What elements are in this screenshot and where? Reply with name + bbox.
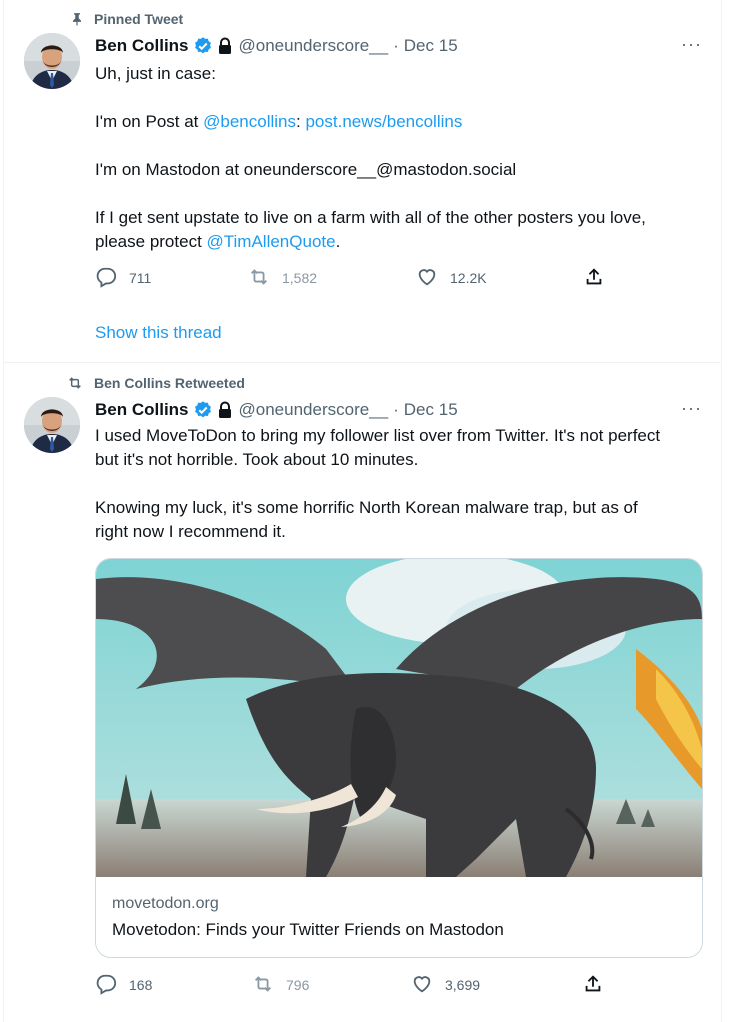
mention-link[interactable]: @TimAllenQuote xyxy=(207,232,336,251)
tweet-date[interactable]: Dec 15 xyxy=(404,36,458,56)
tweet-date[interactable]: Dec 15 xyxy=(404,400,458,420)
card-domain: movetodon.org xyxy=(112,895,219,912)
card-title: Movetodon: Finds your Twitter Friends on… xyxy=(112,920,504,939)
tweet-line: If I get sent upstate to live on a farm … xyxy=(95,208,646,227)
avatar[interactable] xyxy=(24,33,80,89)
reply-icon xyxy=(95,266,117,291)
tweet-header: Ben Collins @oneunderscore__ · Dec 15 ··… xyxy=(95,398,702,422)
like-count: 3,699 xyxy=(445,977,481,993)
pinned-tweet-label: Pinned Tweet xyxy=(94,11,184,27)
like-count: 12.2K xyxy=(450,270,487,286)
separator-dot: · xyxy=(393,36,399,55)
retweet-icon xyxy=(248,266,270,291)
retweet-button[interactable]: 1,582 xyxy=(248,266,317,291)
share-button[interactable] xyxy=(582,973,604,998)
tweet-line: but it's not horrible. Took about 10 min… xyxy=(95,450,419,469)
tweet-line: I used MoveToDon to bring my follower li… xyxy=(95,426,661,445)
separator-dot: · xyxy=(393,400,399,419)
avatar[interactable] xyxy=(24,397,80,453)
reply-count: 168 xyxy=(129,977,153,993)
tweet-actions: 168 796 3,699 xyxy=(95,973,615,997)
tweet-text: Uh, just in case: I'm on Post at @bencol… xyxy=(95,62,702,254)
more-icon[interactable]: ··· xyxy=(681,398,702,419)
retweet-button[interactable]: 796 xyxy=(252,973,309,998)
tweet-line: Knowing my luck, it's some horrific Nort… xyxy=(95,498,638,517)
pin-icon xyxy=(64,12,94,26)
more-icon[interactable]: ··· xyxy=(681,34,702,55)
author-handle[interactable]: @oneunderscore__ xyxy=(239,36,389,56)
like-icon xyxy=(416,266,438,291)
verified-badge-icon xyxy=(193,400,213,420)
url-link[interactable]: post.news/bencollins xyxy=(305,112,462,131)
lock-icon xyxy=(217,37,233,55)
link-card[interactable]: movetodon.org Movetodon: Finds your Twit… xyxy=(95,558,703,958)
card-image xyxy=(96,559,702,877)
retweet-icon xyxy=(64,375,94,391)
retweet-context: Ben Collins Retweeted xyxy=(64,375,245,391)
reply-button[interactable]: 168 xyxy=(95,973,152,998)
retweet-icon xyxy=(252,973,274,998)
mention-link[interactable]: @bencollins xyxy=(203,112,296,131)
reply-button[interactable]: 711 xyxy=(95,266,151,291)
share-icon xyxy=(582,973,604,998)
verified-badge-icon xyxy=(193,36,213,56)
like-button[interactable]: 12.2K xyxy=(416,266,487,291)
share-icon xyxy=(583,266,605,291)
tweet-line: I'm on Post at @bencollins: post.news/be… xyxy=(95,112,463,131)
tweet-line: I'm on Mastodon at oneunderscore__@masto… xyxy=(95,160,517,179)
tweet-line: please protect @TimAllenQuote. xyxy=(95,232,341,251)
tweet-line: right now I recommend it. xyxy=(95,522,286,541)
tweet-text: I used MoveToDon to bring my follower li… xyxy=(95,424,702,544)
lock-icon xyxy=(217,401,233,419)
tweet-line: Uh, just in case: xyxy=(95,64,216,83)
tweet-actions: 711 1,582 12.2K xyxy=(95,266,615,290)
pinned-tweet[interactable]: Pinned Tweet Ben Collins @oneunderscore_… xyxy=(4,0,722,363)
like-button[interactable]: 3,699 xyxy=(411,973,480,998)
author-name[interactable]: Ben Collins xyxy=(95,36,189,56)
like-icon xyxy=(411,973,433,998)
reply-count: 711 xyxy=(129,270,152,286)
show-thread-link[interactable]: Show this thread xyxy=(95,323,222,343)
tweet-header: Ben Collins @oneunderscore__ · Dec 15 ··… xyxy=(95,34,702,58)
retweet-count: 796 xyxy=(286,977,310,993)
author-name[interactable]: Ben Collins xyxy=(95,400,189,420)
pinned-tweet-context: Pinned Tweet xyxy=(64,11,183,27)
share-button[interactable] xyxy=(583,266,605,291)
retweeted-by-label: Ben Collins Retweeted xyxy=(94,375,245,391)
retweet-count: 1,582 xyxy=(282,270,318,286)
reply-icon xyxy=(95,973,117,998)
author-handle[interactable]: @oneunderscore__ xyxy=(239,400,389,420)
retweeted-tweet[interactable]: Ben Collins Retweeted Ben Collins @oneun… xyxy=(4,363,722,1022)
